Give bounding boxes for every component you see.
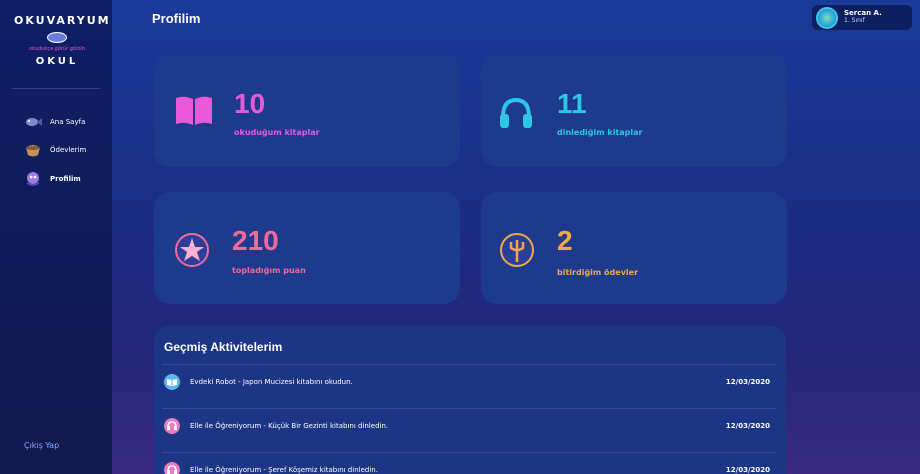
- sidebar-item-label: Ana Sayfa: [50, 118, 86, 126]
- stat-label: okuduğum kitaplar: [234, 128, 320, 137]
- stat-card-completed-homework: 2 bitirdiğim ödevler: [481, 192, 787, 304]
- stat-value: 2: [557, 225, 573, 256]
- activity-date: 12/03/2020: [725, 377, 770, 386]
- sidebar-divider: [12, 88, 100, 89]
- book-icon: [164, 373, 180, 390]
- book-icon: [174, 95, 214, 131]
- avatar: [816, 6, 838, 29]
- stat-value: 10: [234, 88, 266, 119]
- sidebar-item-ana-sayfa[interactable]: Ana Sayfa: [24, 113, 108, 131]
- user-profile-chip[interactable]: Sercan A. 1. Sınıf: [812, 5, 912, 30]
- bowl-icon: [24, 142, 42, 158]
- stat-card-listened-books: 11 dinlediğim kitaplar: [481, 55, 787, 167]
- stat-label: bitirdiğim ödevler: [557, 268, 639, 277]
- logout-link[interactable]: Çıkış Yap: [24, 441, 59, 450]
- activity-date: 12/03/2020: [725, 465, 770, 474]
- sidebar: OKUVARYUM okudukça görür gözün OKUL Ana …: [0, 0, 112, 474]
- activity-text: Elle ile Öğreniyorum - Küçük Bir Gezinti…: [190, 421, 389, 430]
- logo-slogan: okudukça görür gözün: [28, 46, 86, 52]
- headphones-icon: [164, 461, 180, 474]
- stat-card-points: 210 topladığım puan: [154, 192, 460, 304]
- user-class: 1. Sınıf: [844, 17, 865, 25]
- logo-top-text: OKUVARYUM: [14, 14, 111, 27]
- headphones-icon: [499, 97, 533, 133]
- activity-text: Evdeki Robot - Japon Mucizesi kitabını o…: [190, 377, 353, 386]
- activity-row[interactable]: Evdeki Robot - Japon Mucizesi kitabını o…: [162, 364, 776, 398]
- logo-eye-icon: [47, 32, 67, 43]
- page-title: Profilim: [152, 11, 201, 26]
- activity-row[interactable]: Elle ile Öğreniyorum - Şeref Köşemiz kit…: [162, 452, 776, 474]
- activity-text: Elle ile Öğreniyorum - Şeref Köşemiz kit…: [190, 465, 378, 474]
- activity-date: 12/03/2020: [725, 421, 770, 430]
- app-window: OKUVARYUM okudukça görür gözün OKUL Ana …: [0, 0, 920, 474]
- activity-history-title: Geçmiş Aktivitelerim: [164, 340, 283, 354]
- stat-card-read-books: 10 okuduğum kitaplar: [154, 55, 460, 167]
- sidebar-item-profilim[interactable]: Profilim: [24, 170, 108, 188]
- starfish-icon: [174, 232, 210, 272]
- stat-label: topladığım puan: [232, 266, 306, 275]
- stat-label: dinlediğim kitaplar: [557, 128, 643, 137]
- activity-row[interactable]: Elle ile Öğreniyorum - Küçük Bir Gezinti…: [162, 408, 776, 442]
- sidebar-item-label: Profilim: [50, 175, 81, 183]
- stat-value: 210: [232, 225, 279, 256]
- logo-bottom-text: OKUL: [35, 56, 79, 67]
- sidebar-item-odevlerim[interactable]: Ödevlerim: [24, 141, 108, 159]
- fish-icon: [24, 114, 42, 130]
- stat-value: 11: [557, 88, 587, 119]
- octopus-icon: [24, 171, 42, 187]
- sidebar-item-label: Ödevlerim: [50, 146, 87, 154]
- trident-icon: [499, 232, 535, 272]
- okuvaryum-logo[interactable]: OKUVARYUM okudukça görür gözün OKUL: [14, 12, 111, 78]
- activity-history-panel: Geçmiş Aktivitelerim Evdeki Robot - Japo…: [154, 326, 786, 474]
- headphones-icon: [164, 417, 180, 434]
